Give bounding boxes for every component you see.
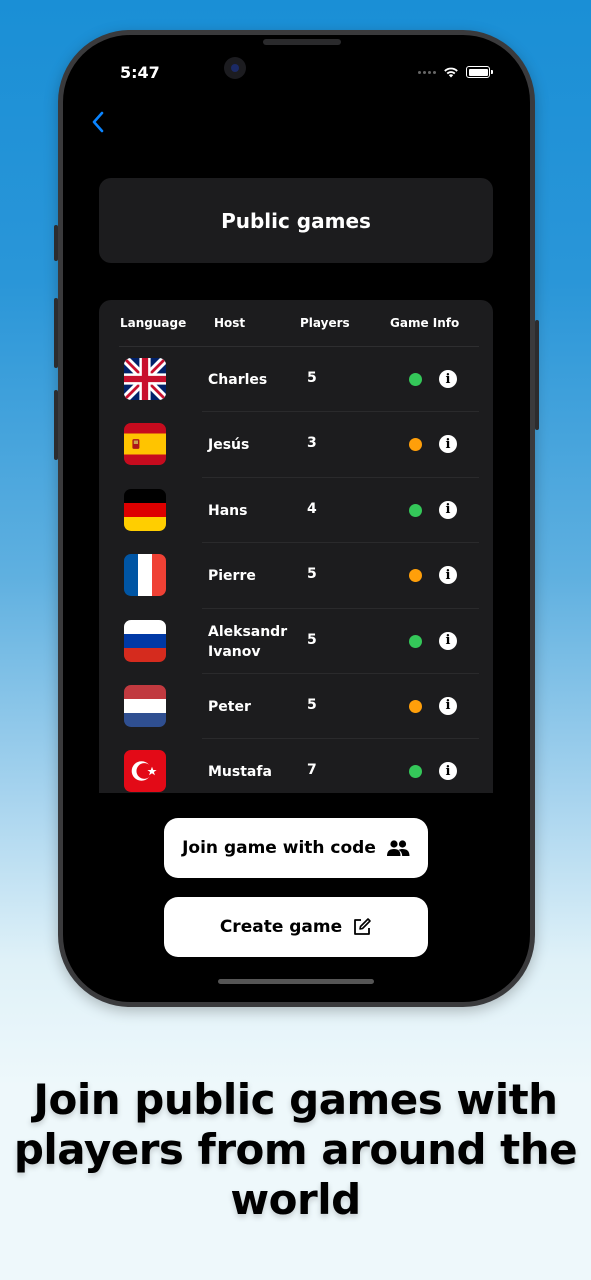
player-count: 4 [307,500,317,517]
table-row[interactable]: Pierre 5 i [99,543,493,609]
power-button [535,320,539,430]
status-dot [409,438,422,452]
player-count: 3 [307,435,317,452]
info-icon[interactable]: i [439,631,457,650]
info-icon[interactable]: i [439,435,457,454]
status-icons [418,66,493,78]
page-title: Public games [99,178,493,263]
edit-square-icon [354,918,371,935]
flag-spain-icon [124,423,166,466]
status-dot [409,503,422,517]
player-count: 5 [307,696,317,713]
cellular-signal-icon [418,70,436,74]
marketing-caption: Join public games with players from arou… [13,1075,578,1224]
header-players: Players [300,316,350,330]
camera [224,57,246,79]
screen: 5:47 Public games Language Host Players … [63,35,530,1002]
flag-netherlands-icon [124,684,166,727]
mute-switch [54,225,58,261]
table-row[interactable]: Hans 4 i [99,478,493,544]
back-button[interactable] [91,107,115,137]
table-row[interactable]: Charles 5 i [99,347,493,413]
header-host: Host [214,316,246,330]
table-header: Language Host Players Game Info [119,300,479,347]
flag-united-kingdom-icon [124,358,166,400]
table-row[interactable]: Mustafa 7 i [99,739,493,793]
volume-up-button [54,298,58,368]
flag-russia-icon [124,619,166,662]
info-icon[interactable]: i [439,696,457,715]
status-dot [409,634,422,648]
info-icon[interactable]: i [439,566,457,585]
join-with-code-label: Join game with code [182,838,376,858]
status-dot [409,373,422,386]
info-icon[interactable]: i [439,500,457,519]
player-count: 5 [307,631,317,648]
volume-down-button [54,390,58,460]
header-language: Language [120,316,187,330]
flag-germany-icon [124,488,166,531]
battery-icon [466,66,493,78]
speaker [263,39,341,45]
player-count: 5 [307,370,317,386]
create-game-button[interactable]: Create game [164,897,428,957]
info-icon[interactable]: i [439,370,457,388]
people-icon [386,840,410,856]
info-icon[interactable]: i [439,762,457,781]
status-time: 5:47 [120,63,160,82]
flag-france-icon [124,554,166,597]
host-name: Aleksandr Ivanov [208,623,288,660]
table-row[interactable]: Peter 5 i [99,674,493,740]
public-games-table: Language Host Players Game Info Charles 5… [99,300,493,793]
chevron-left-icon [92,111,104,133]
flag-turkey-icon [124,750,166,793]
home-indicator[interactable] [218,979,374,984]
wifi-icon [444,67,458,78]
status-dot [409,765,422,779]
header-game-info: Game Info [390,316,460,330]
player-count: 7 [307,762,317,779]
phone-frame: 5:47 Public games Language Host Players … [54,30,539,1007]
player-count: 5 [307,566,317,583]
table-row[interactable]: Jesús 3 i [99,412,493,478]
status-dot [409,569,422,583]
table-body: Charles 5 i Jesús 3 i Hans 4 i Pierre 5 i Aleksandr … [99,347,493,793]
create-game-label: Create game [219,917,343,937]
status-dot [409,699,422,713]
join-with-code-button[interactable]: Join game with code [164,818,428,878]
table-row[interactable]: Aleksandr Ivanov 5 i [99,609,493,674]
